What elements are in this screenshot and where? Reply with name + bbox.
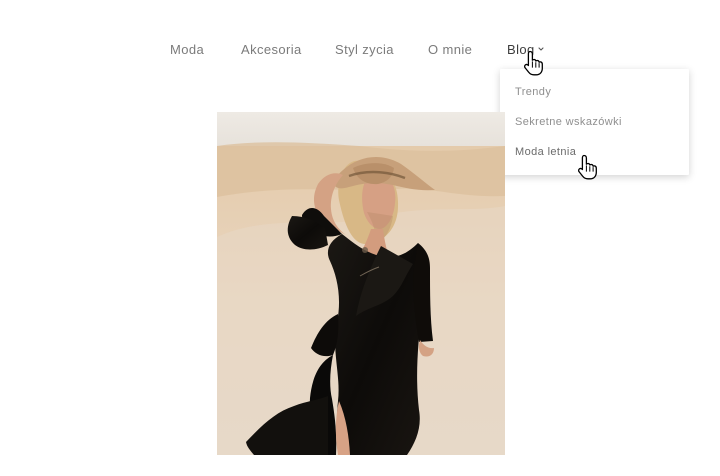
fashion-photo xyxy=(217,112,505,455)
fashion-photo-illustration xyxy=(217,112,505,455)
dropdown-item-sekretne-wskazowki[interactable]: Sekretne wskazówki xyxy=(515,116,622,129)
nav-item-styl-zycia[interactable]: Styl zycia xyxy=(335,42,394,57)
nav-item-moda[interactable]: Moda xyxy=(170,42,204,57)
sky xyxy=(217,112,505,146)
nav-item-akcesoria[interactable]: Akcesoria xyxy=(241,42,302,57)
hand-pointer-cursor-icon xyxy=(577,154,597,180)
page: Moda Akcesoria Styl zycia O mnie Blog Tr… xyxy=(0,0,720,476)
dropdown-item-moda-letnia[interactable]: Moda letnia xyxy=(515,146,576,159)
hand-pointer-cursor-icon xyxy=(523,50,543,76)
nav-item-o-mnie[interactable]: O mnie xyxy=(428,42,472,57)
top-navigation: Moda Akcesoria Styl zycia O mnie Blog xyxy=(0,40,720,60)
dropdown-item-trendy[interactable]: Trendy xyxy=(515,86,551,99)
